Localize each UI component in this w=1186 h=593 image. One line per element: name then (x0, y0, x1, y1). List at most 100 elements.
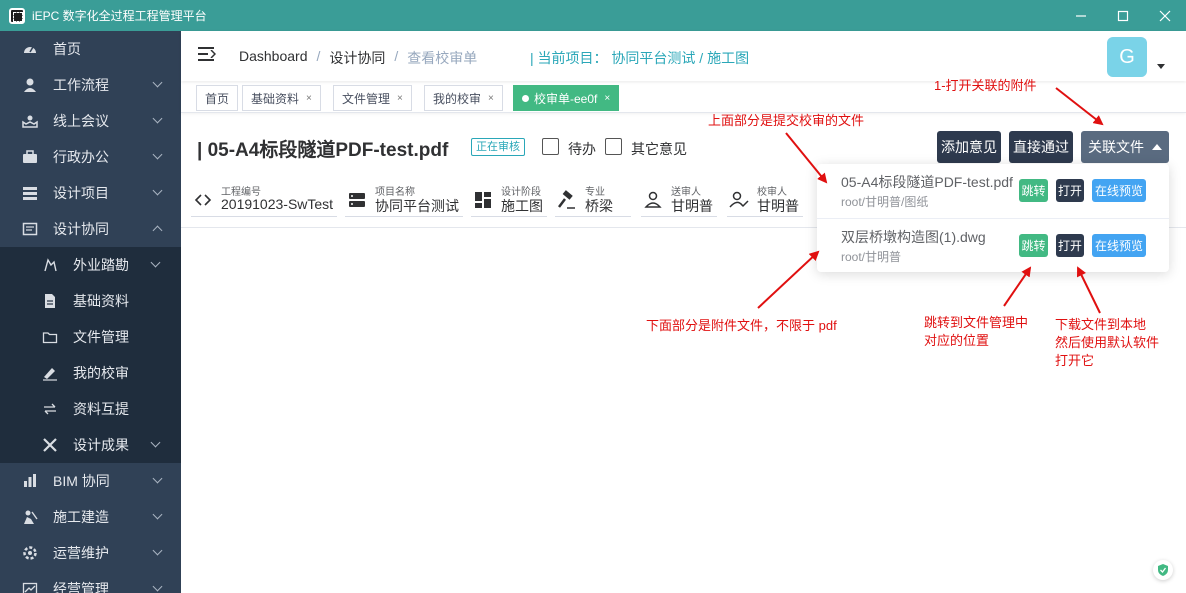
menu-toggle-icon[interactable] (198, 47, 216, 61)
sidebar-item-label: 资料互提 (73, 401, 129, 417)
sidebar-item-data-exchange[interactable]: 资料互提 (0, 391, 181, 427)
chevron-down-icon (152, 545, 163, 556)
add-opinion-button[interactable]: 添加意见 (937, 131, 1001, 163)
tag-review-form[interactable]: 校审单-ee0f × (513, 85, 620, 111)
breadcrumb-current: 查看校审单 (407, 50, 478, 66)
info-value: 20191023-SwTest (221, 196, 334, 212)
sidebar-item-my-review[interactable]: 我的校审 (0, 355, 181, 391)
sidebar-item-home[interactable]: 首页 (0, 31, 181, 67)
sidebar-item-office[interactable]: 行政办公 (0, 139, 181, 175)
sidebar-item-meeting[interactable]: 线上会议 (0, 103, 181, 139)
chevron-down-icon (150, 437, 161, 448)
button-label: 添加意见 (941, 139, 997, 155)
preview-button[interactable]: 在线预览 (1092, 234, 1146, 257)
tag-label: 我的校审 (433, 91, 482, 106)
sidebar-item-design-results[interactable]: 设计成果 (0, 427, 181, 463)
arrow (757, 250, 820, 309)
preview-button[interactable]: 在线预览 (1092, 179, 1146, 202)
close-icon[interactable]: × (306, 93, 312, 104)
sidebar-item-label: 设计协同 (53, 221, 109, 237)
status-badge: 正在审核 (471, 138, 525, 156)
caret-down-icon[interactable] (1157, 64, 1165, 69)
close-icon[interactable]: × (604, 93, 610, 104)
info-design-phase: 设计阶段 施工图 (471, 183, 547, 217)
other-opinion-label: 其它意见 (631, 141, 687, 157)
dashboard-icon (22, 41, 38, 57)
info-specialty: 专业 桥梁 (555, 183, 631, 217)
chevron-down-icon (152, 473, 163, 484)
sidebar-item-file-management[interactable]: 文件管理 (0, 319, 181, 355)
annotation-open-attachments: 1-打开关联的附件 (934, 78, 1037, 93)
tag-label: 基础资料 (251, 91, 300, 106)
shield-icon[interactable] (1153, 560, 1173, 580)
sidebar-item-design-collab[interactable]: 设计协同 (0, 211, 181, 247)
info-project-name: 项目名称 协同平台测试 (345, 183, 463, 217)
related-files-dropdown: 05-A4标段隧道PDF-test.pdf root/甘明普/图纸 跳转 打开 … (817, 164, 1169, 272)
sidebar-item-workflow[interactable]: 工作流程 (0, 67, 181, 103)
minimize-icon (1076, 14, 1086, 17)
info-value: 施工图 (501, 198, 543, 214)
sidebar-item-label: 基础资料 (73, 293, 129, 309)
meeting-icon (22, 113, 38, 129)
sidebar-item-label: 设计成果 (73, 437, 129, 453)
todo-checkbox[interactable] (542, 138, 559, 155)
breadcrumb-design-collab[interactable]: 设计协同 (329, 48, 385, 68)
sidebar-item-basic-data[interactable]: 基础资料 (0, 283, 181, 319)
close-icon[interactable]: × (397, 93, 403, 104)
sidebar-item-label: 文件管理 (73, 329, 129, 345)
sidebar-item-design-project[interactable]: 设计项目 (0, 175, 181, 211)
sidebar-item-survey[interactable]: 外业踏勘 (0, 247, 181, 283)
other-opinion-checkbox[interactable] (605, 138, 622, 155)
tools-icon (42, 437, 58, 453)
document-icon (42, 293, 58, 309)
related-files-button[interactable]: 关联文件 (1081, 131, 1169, 163)
active-dot-icon (522, 94, 529, 102)
avatar[interactable]: G (1107, 37, 1147, 77)
folder-icon (42, 329, 58, 345)
tag-basic-data[interactable]: 基础资料 × (242, 85, 321, 111)
chevron-down-icon (152, 77, 163, 88)
todo-label: 待办 (568, 141, 596, 157)
jump-button[interactable]: 跳转 (1019, 179, 1048, 202)
sidebar-item-business[interactable]: 经营管理 (0, 571, 181, 593)
construction-icon (22, 509, 38, 525)
code-icon (193, 190, 213, 210)
related-file-item: 双层桥墩构造图(1).dwg root/甘明普 跳转 打开 在线预览 (817, 218, 1169, 272)
chevron-down-icon (152, 509, 163, 520)
related-file-item: 05-A4标段隧道PDF-test.pdf root/甘明普/图纸 跳转 打开 … (817, 164, 1169, 218)
sidebar-item-construction[interactable]: 施工建造 (0, 499, 181, 535)
sidebar-item-bim[interactable]: BIM 协同 (0, 463, 181, 499)
breadcrumb: Dashboard / 设计协同 / 查看校审单 (239, 48, 478, 68)
sidebar-item-label: 运营维护 (53, 545, 109, 561)
file-path: root/甘明普/图纸 (841, 195, 929, 209)
sidebar-submenu: 外业踏勘 基础资料 文件管理 我的校审 资料互提 设计成果 (0, 247, 181, 463)
jump-button[interactable]: 跳转 (1019, 234, 1048, 257)
annotation-upper-part: 上面部分是提交校审的文件 (708, 113, 865, 128)
sidebar-item-label: 我的校审 (73, 365, 129, 381)
server-icon (347, 190, 367, 210)
close-button[interactable] (1144, 0, 1186, 31)
breadcrumb-dashboard[interactable]: Dashboard (239, 48, 308, 68)
approve-button[interactable]: 直接通过 (1009, 131, 1073, 163)
tag-my-review[interactable]: 我的校审 × (424, 85, 503, 111)
open-button[interactable]: 打开 (1056, 179, 1084, 202)
app-icon (9, 7, 25, 24)
tag-home[interactable]: 首页 (196, 85, 239, 111)
tag-label: 校审单-ee0f (534, 91, 598, 106)
tag-file-management[interactable]: 文件管理 × (333, 85, 412, 111)
chevron-down-icon (152, 113, 163, 124)
annotation-open-note-3: 打开它 (1055, 353, 1095, 368)
close-icon[interactable]: × (488, 93, 494, 104)
hammer-icon (557, 189, 577, 210)
tag-label: 文件管理 (342, 91, 391, 106)
minimize-button[interactable] (1060, 0, 1102, 31)
survey-icon (42, 257, 58, 273)
annotation-jump-note-2: 对应的位置 (924, 333, 990, 348)
form-icon (22, 221, 38, 237)
current-project[interactable]: | 当前项目： 协同平台测试 / 施工图 (530, 48, 749, 68)
window-title: iEPC 数字化全过程工程管理平台 (32, 9, 207, 23)
maximize-button[interactable] (1102, 0, 1144, 31)
sidebar-item-maintenance[interactable]: 运营维护 (0, 535, 181, 571)
bim-icon (22, 473, 38, 489)
open-button[interactable]: 打开 (1056, 234, 1084, 257)
